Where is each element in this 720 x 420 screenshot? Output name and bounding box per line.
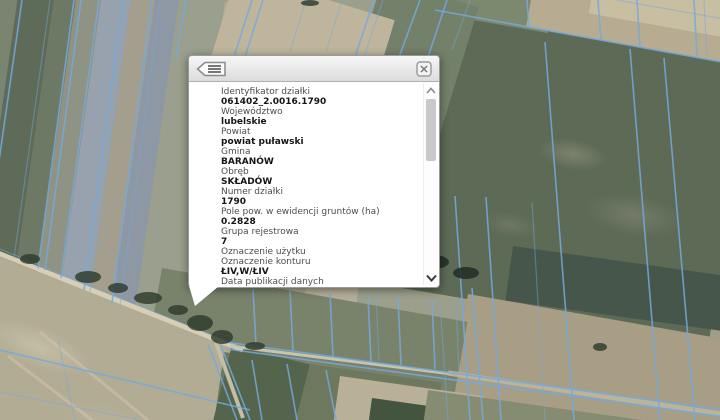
attribute-label: Identyfikator działki [221, 87, 311, 97]
attribute-label: Powiat [221, 127, 251, 137]
attribute-row: Województwo lubelskie [221, 107, 419, 127]
attribute-label: Oznaczenie użytku [221, 247, 306, 257]
attribute-value: 1790 [221, 197, 247, 207]
attribute-label: Obręb [221, 167, 249, 177]
attribute-row: Oznaczenie użytku [221, 247, 419, 257]
attribute-value: powiat puławski [221, 137, 304, 147]
attribute-row: Data publikacji danych [221, 277, 419, 286]
chevron-up-icon[interactable] [424, 84, 438, 96]
popup-scrollbar[interactable] [423, 83, 438, 285]
attribute-row: Numer działki 1790 [221, 187, 419, 207]
attribute-row: Grupa rejestrowa 7 [221, 227, 419, 247]
attribute-label: Numer działki [221, 187, 284, 197]
attribute-row: Obręb SKŁADÓW [221, 167, 419, 187]
parcel-attributes: Identyfikator działki 061402_2.0016.1790… [189, 82, 439, 286]
attribute-value: ŁIV,W/ŁIV [221, 267, 269, 277]
attribute-row: Powiat powiat puławski [221, 127, 419, 147]
back-list-icon[interactable] [196, 61, 227, 77]
attribute-value: 7 [221, 237, 228, 247]
attribute-value: lubelskie [221, 117, 267, 127]
attribute-label: Województwo [221, 107, 283, 117]
chevron-down-icon[interactable] [424, 272, 438, 284]
attribute-label: Grupa rejestrowa [221, 227, 299, 237]
attribute-label: Pole pow. w ewidencji gruntów (ha) [221, 207, 380, 217]
attribute-label: Data publikacji danych [221, 277, 324, 286]
attribute-label: Gmina [221, 147, 251, 157]
attribute-value: 0.2828 [221, 217, 256, 227]
popup-header [189, 56, 439, 82]
attribute-value: BARANÓW [221, 157, 274, 167]
attribute-row: Gmina BARANÓW [221, 147, 419, 167]
attribute-row: Pole pow. w ewidencji gruntów (ha) 0.282… [221, 207, 419, 227]
attribute-label: Oznaczenie konturu [221, 257, 311, 267]
attribute-row: Identyfikator działki 061402_2.0016.1790 [221, 87, 419, 107]
map-canvas[interactable]: Identyfikator działki 061402_2.0016.1790… [0, 0, 720, 420]
parcel-info-popup: Identyfikator działki 061402_2.0016.1790… [188, 55, 440, 306]
attribute-value: SKŁADÓW [221, 177, 273, 187]
close-icon[interactable] [416, 60, 432, 77]
scrollbar-thumb[interactable] [426, 99, 436, 161]
attribute-value: 061402_2.0016.1790 [221, 97, 327, 107]
attribute-row: Oznaczenie konturu ŁIV,W/ŁIV [221, 257, 419, 277]
